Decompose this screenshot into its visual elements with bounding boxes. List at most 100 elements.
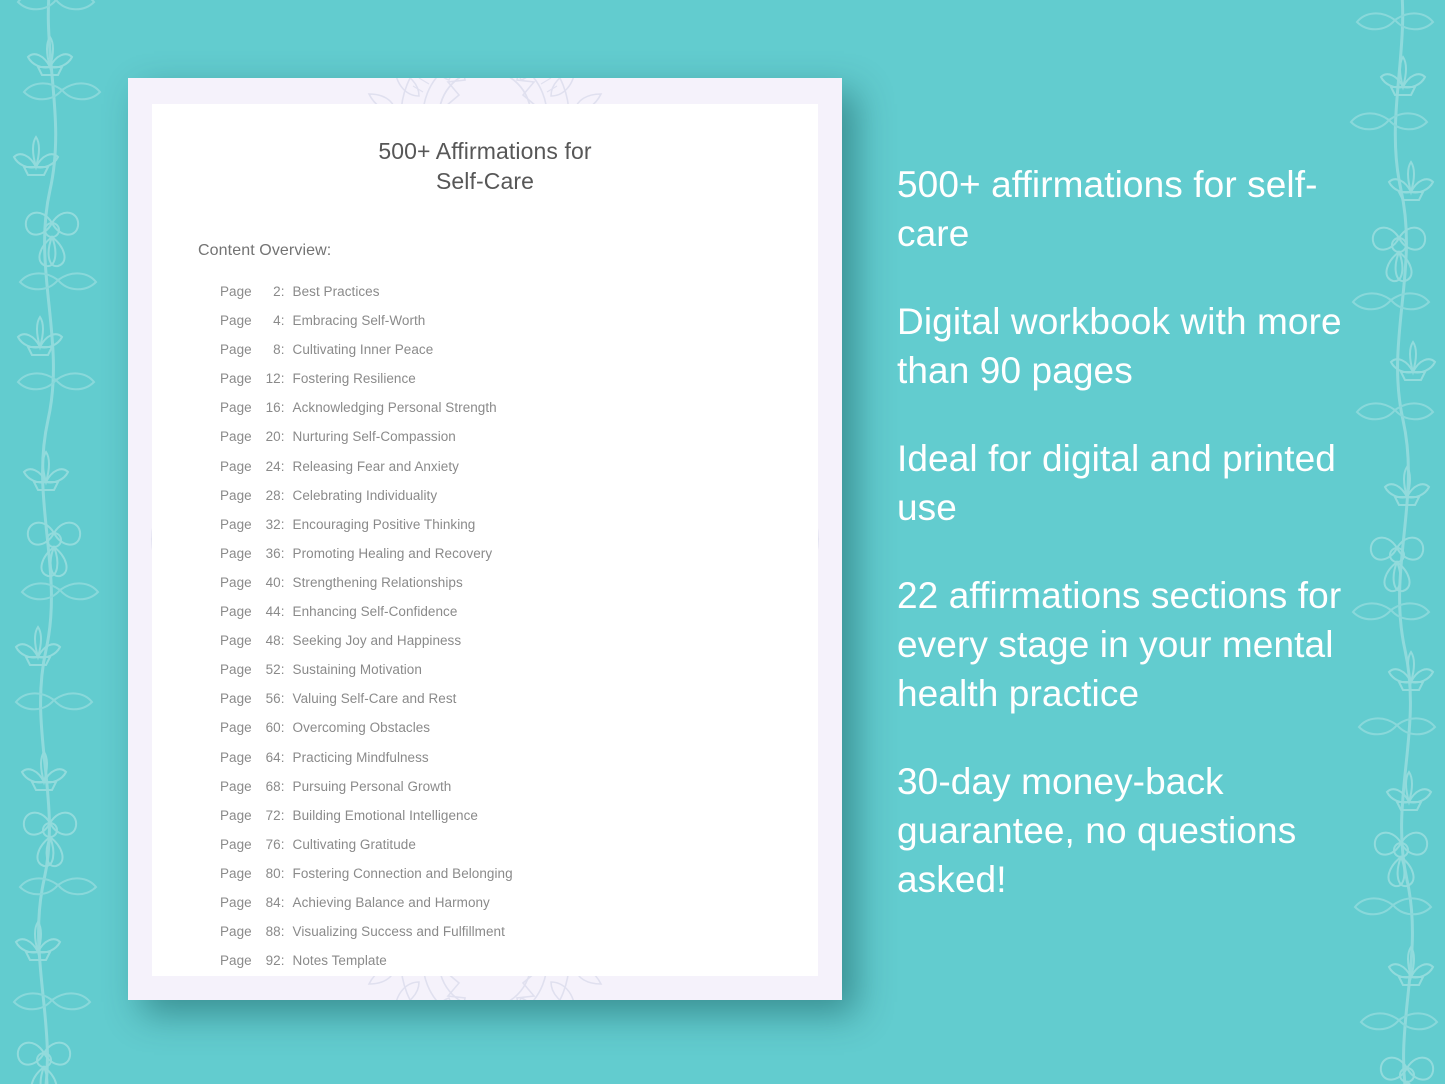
toc-row[interactable]: Page 8: Cultivating Inner Peace — [220, 335, 772, 364]
toc-colon: : — [280, 720, 285, 736]
document-page: 500+ Affirmations for Self-Care Content … — [152, 104, 818, 976]
content-overview-label: Content Overview: — [198, 242, 332, 259]
toc-section-title: Celebrating Individuality — [292, 487, 438, 503]
toc-row[interactable]: Page 2: Best Practices — [220, 277, 772, 306]
toc-section-title: Achieving Balance and Harmony — [292, 894, 490, 910]
toc-row[interactable]: Page 4: Embracing Self-Worth — [220, 306, 772, 335]
toc-page-number: 36 — [265, 545, 281, 561]
toc-page-number: 28 — [265, 487, 281, 503]
toc-page-number: 20 — [265, 429, 281, 445]
toc-page-word: Page — [220, 371, 252, 387]
toc-colon: : — [280, 953, 285, 969]
toc-section-title: Embracing Self-Worth — [292, 313, 426, 329]
toc-page-word: Page — [220, 924, 252, 940]
toc-page-number: 16 — [265, 400, 281, 416]
toc-colon: : — [280, 574, 285, 590]
toc-page-word: Page — [220, 894, 252, 910]
toc-page-number: 12 — [265, 371, 281, 387]
toc-row[interactable]: Page 68: Pursuing Personal Growth — [220, 772, 772, 801]
toc-page-word: Page — [220, 284, 252, 299]
toc-section-title: Visualizing Success and Fulfillment — [292, 924, 505, 940]
toc-row[interactable]: Page 64: Practicing Mindfulness — [220, 743, 772, 772]
document-preview-card[interactable]: 500+ Affirmations for Self-Care Content … — [128, 78, 842, 1000]
toc-page-number: 24 — [265, 458, 281, 474]
toc-row[interactable]: Page 40: Strengthening Relationships — [220, 568, 772, 597]
toc-section-title: Encouraging Positive Thinking — [292, 516, 476, 532]
toc-page-number: 44 — [265, 604, 281, 620]
toc-row[interactable]: Page 12: Fostering Resilience — [220, 364, 772, 393]
toc-row[interactable]: Page 32: Encouraging Positive Thinking — [220, 510, 772, 539]
marketing-bullet: 22 affirmations sections for every stage… — [897, 575, 1342, 714]
toc-page-number: 8 — [273, 342, 281, 358]
toc-colon: : — [280, 894, 285, 910]
toc-page-number: 76 — [265, 836, 281, 852]
toc-colon: : — [280, 604, 285, 620]
toc-page-number: 80 — [265, 865, 281, 881]
toc-section-title: Sustaining Motivation — [292, 662, 422, 678]
toc-row[interactable]: Page 20: Nurturing Self-Compassion — [220, 422, 772, 451]
toc-section-title: Overcoming Obstacles — [292, 720, 431, 736]
toc-colon: : — [280, 778, 285, 794]
toc-page-number: 4 — [273, 313, 281, 329]
toc-page-word: Page — [220, 400, 252, 416]
toc-colon: : — [280, 749, 285, 765]
toc-page-number: 84 — [265, 894, 281, 910]
toc-page-number: 56 — [265, 691, 281, 707]
toc-page-number: 2 — [273, 284, 281, 299]
toc-colon: : — [280, 458, 285, 474]
toc-colon: : — [280, 284, 285, 299]
toc-colon: : — [280, 545, 285, 561]
toc-page-word: Page — [220, 633, 252, 649]
toc-section-title: Notes Template — [292, 953, 387, 969]
toc-section-title: Strengthening Relationships — [292, 574, 463, 590]
toc-section-title: Building Emotional Intelligence — [292, 807, 478, 823]
toc-colon: : — [280, 691, 285, 707]
toc-page-word: Page — [220, 429, 252, 445]
toc-row[interactable]: Page 76: Cultivating Gratitude — [220, 830, 772, 859]
toc-row[interactable]: Page 60: Overcoming Obstacles — [220, 713, 772, 742]
marketing-bullet: Digital workbook with more than 90 pages — [897, 301, 1342, 391]
toc-row[interactable]: Page 28: Celebrating Individuality — [220, 481, 772, 510]
marketing-bullet: 500+ affirmations for self-care — [897, 164, 1318, 254]
toc-row[interactable]: Page 48: Seeking Joy and Happiness — [220, 626, 772, 655]
toc-row[interactable]: Page 84: Achieving Balance and Harmony — [220, 888, 772, 917]
toc-colon: : — [280, 371, 285, 387]
toc-page-word: Page — [220, 313, 252, 329]
toc-row[interactable]: Page 52: Sustaining Motivation — [220, 655, 772, 684]
toc-row[interactable]: Page 92: Notes Template — [220, 946, 772, 975]
toc-row[interactable]: Page 56: Valuing Self-Care and Rest — [220, 684, 772, 713]
toc-row[interactable]: Page 24: Releasing Fear and Anxiety — [220, 452, 772, 481]
toc-section-title: Pursuing Personal Growth — [292, 778, 452, 794]
toc-colon: : — [280, 865, 285, 881]
toc-colon: : — [280, 400, 285, 416]
toc-row[interactable]: Page 80: Fostering Connection and Belongin… — [220, 859, 772, 888]
toc-page-word: Page — [220, 691, 252, 707]
toc-page-word: Page — [220, 865, 252, 881]
toc-page-word: Page — [220, 604, 252, 620]
toc-page-number: 40 — [265, 574, 281, 590]
toc-page-word: Page — [220, 953, 252, 969]
toc-row[interactable]: Page 72: Building Emotional Intelligence — [220, 801, 772, 830]
toc-row[interactable]: Page 44: Enhancing Self-Confidence — [220, 597, 772, 626]
toc-section-title: Fostering Connection and Belonging — [292, 865, 513, 881]
toc-section-title: Valuing Self-Care and Rest — [292, 691, 457, 707]
toc-section-title: Cultivating Gratitude — [292, 836, 416, 852]
toc-page-number: 52 — [265, 662, 281, 678]
toc-section-title: Seeking Joy and Happiness — [292, 633, 462, 649]
toc-row[interactable]: Page 16: Acknowledging Personal Strength — [220, 393, 772, 422]
toc-row[interactable]: Page 36: Promoting Healing and Recovery — [220, 539, 772, 568]
toc-page-word: Page — [220, 807, 252, 823]
toc-page-word: Page — [220, 342, 252, 358]
toc-colon: : — [280, 487, 285, 503]
toc-page-number: 72 — [265, 807, 281, 823]
toc-colon: : — [280, 429, 285, 445]
marketing-bullet: 30-day money-back guarantee, no question… — [897, 761, 1297, 900]
table-of-contents-list: Page 2: Best Practices Page 4: Embracing Self… — [220, 277, 772, 975]
toc-page-word: Page — [220, 516, 252, 532]
toc-page-word: Page — [220, 545, 252, 561]
toc-page-word: Page — [220, 662, 252, 678]
toc-section-title: Acknowledging Personal Strength — [292, 400, 497, 416]
toc-page-word: Page — [220, 749, 252, 765]
toc-row[interactable]: Page 88: Visualizing Success and Fulfillme… — [220, 917, 772, 946]
toc-page-number: 48 — [265, 633, 281, 649]
